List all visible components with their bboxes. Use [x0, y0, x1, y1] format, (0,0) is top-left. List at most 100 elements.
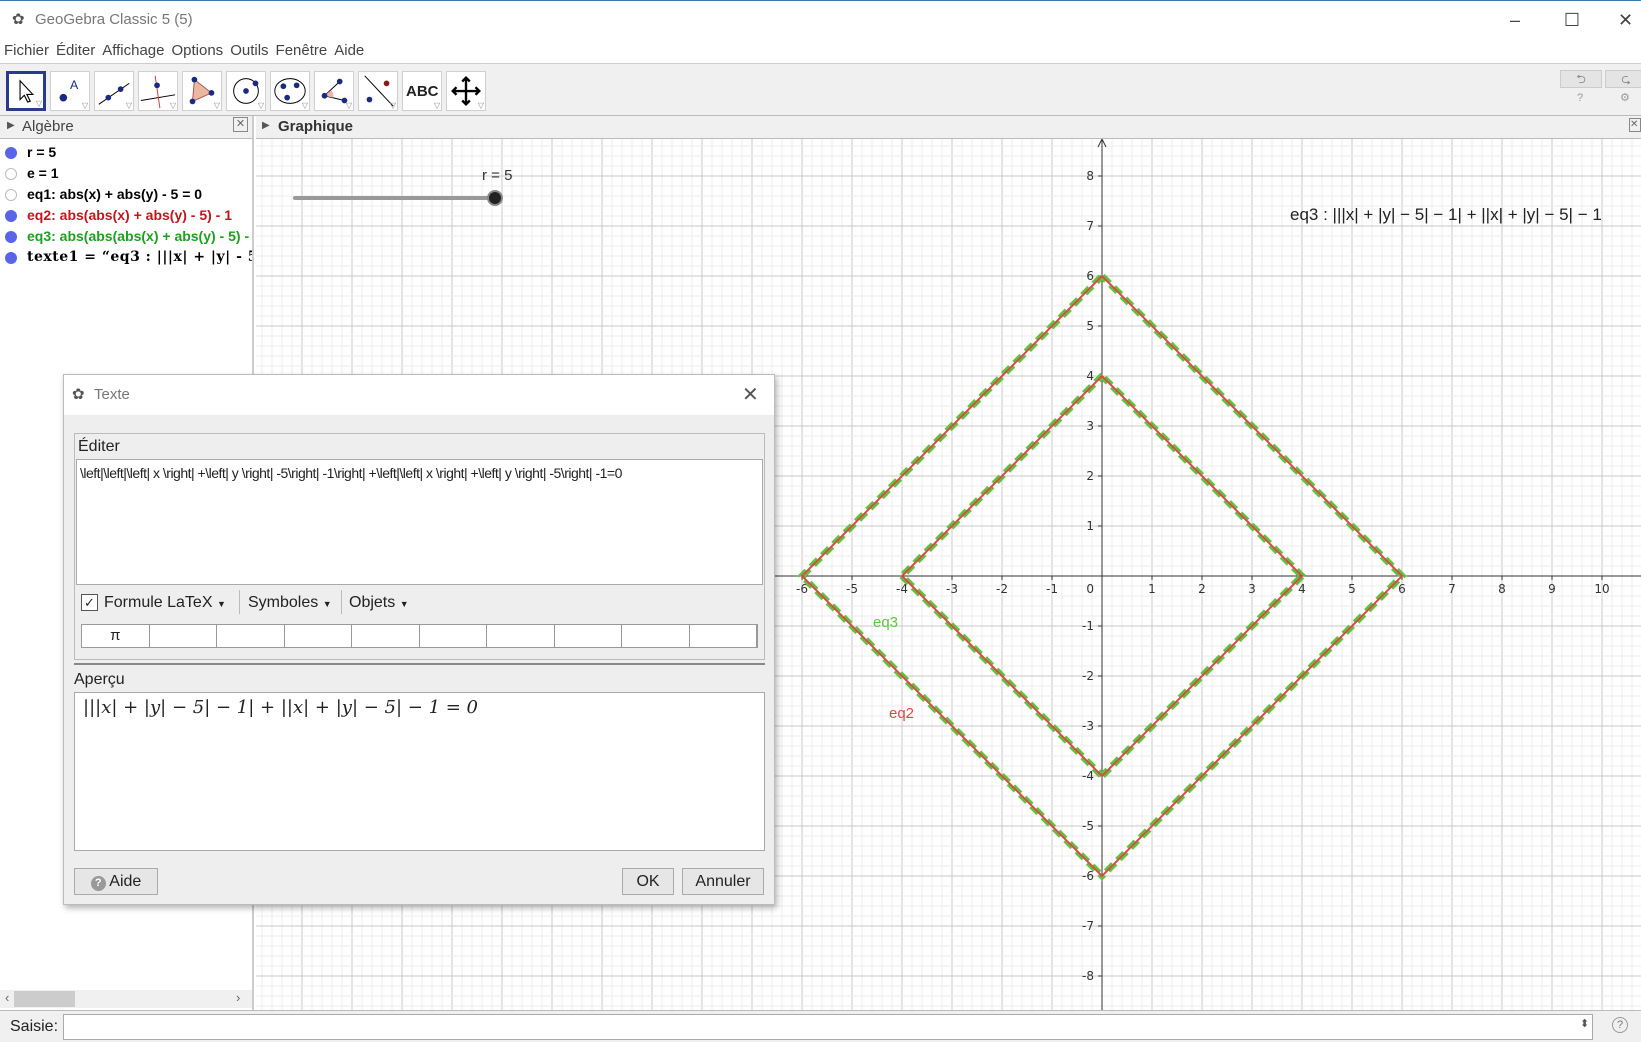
symbols-dropdown[interactable]: Symboles ▼: [248, 594, 332, 612]
x-tick-label: 4: [1298, 582, 1306, 596]
close-panel-icon[interactable]: ✕: [233, 117, 248, 132]
algebra-item-text: e = 1: [27, 165, 59, 181]
spinner-icon[interactable]: ⬍: [1580, 1017, 1589, 1030]
scroll-left-icon[interactable]: ‹: [5, 990, 9, 1005]
algebra-item[interactable]: eq3: abs(abs(abs(x) + abs(y) - 5) - 1): [0, 227, 252, 248]
svg-text:A: A: [70, 78, 79, 92]
algebra-item[interactable]: eq2: abs(abs(x) + abs(y) - 5) - 1: [0, 206, 252, 227]
symbol-cell[interactable]: [622, 625, 690, 647]
line-tool[interactable]: ▽: [94, 71, 134, 111]
menu-fichier[interactable]: Fichier: [0, 38, 52, 59]
collapse-triangle-icon[interactable]: ▶: [262, 120, 270, 131]
dialog-title-bar: ✿ Texte ✕: [64, 375, 774, 415]
cancel-button[interactable]: Annuler: [682, 868, 764, 895]
input-field[interactable]: [63, 1014, 1593, 1040]
x-tick-label: -5: [846, 582, 858, 596]
latex-formula-dropdown[interactable]: Formule LaTeX ▼: [104, 594, 226, 612]
algebra-item[interactable]: texte1 = “eq3 : |||x| + |y| - 5| - 1|: [0, 248, 252, 269]
gear-icon[interactable]: ⚙: [1620, 91, 1630, 104]
y-tick-label: -1: [1082, 619, 1094, 633]
geogebra-logo-icon: ✿: [12, 11, 25, 28]
move-graphics-tool[interactable]: ▽: [446, 71, 486, 111]
eq2-label: eq2: [889, 705, 915, 722]
menu-fenetre[interactable]: Fenêtre: [272, 38, 331, 59]
symbol-cell[interactable]: [487, 625, 555, 647]
close-button[interactable]: ✕: [1610, 7, 1641, 33]
conic-tool[interactable]: ▽: [270, 71, 310, 111]
graphics-title: Graphique: [278, 118, 354, 135]
input-help-icon[interactable]: ?: [1612, 1017, 1628, 1033]
undo-button[interactable]: ⮌: [1560, 70, 1602, 88]
point-tool[interactable]: A ▽: [50, 71, 90, 111]
text-tool[interactable]: ABC ▽: [402, 71, 442, 111]
help-button[interactable]: ? Aide: [74, 868, 158, 895]
divider: [74, 663, 765, 665]
y-tick-label: 7: [1086, 219, 1094, 233]
latex-label: Formule LaTeX: [104, 594, 213, 611]
slider-track[interactable]: [293, 196, 495, 200]
text-dialog: ✿ Texte ✕ Éditer \left|\left|\left| x \r…: [63, 374, 775, 905]
slider-handle[interactable]: [487, 190, 503, 206]
algebra-item[interactable]: e = 1: [0, 164, 252, 185]
polygon-tool[interactable]: ▽: [182, 71, 222, 111]
slider-label: r = 5: [482, 167, 513, 184]
algebra-item[interactable]: eq1: abs(x) + abs(y) - 5 = 0: [0, 185, 252, 206]
objects-dropdown[interactable]: Objets ▼: [349, 594, 409, 612]
symbol-cell[interactable]: [420, 625, 487, 647]
origin-label: 0: [1086, 582, 1094, 596]
angle-tool[interactable]: ▽: [314, 71, 354, 111]
latex-editor[interactable]: \left|\left|\left| x \right| +\left| y \…: [76, 459, 763, 585]
latex-checkbox[interactable]: ✓: [81, 594, 98, 611]
symbol-cell[interactable]: [352, 625, 420, 647]
reflect-tool[interactable]: ▽: [358, 71, 398, 111]
scrollbar-thumb[interactable]: [14, 991, 75, 1007]
maximize-button[interactable]: ☐: [1552, 7, 1592, 33]
y-tick-label: 2: [1086, 469, 1094, 483]
perpendicular-tool[interactable]: ▽: [138, 71, 178, 111]
algebra-item[interactable]: r = 5: [0, 143, 252, 164]
dialog-close-button[interactable]: ✕: [742, 382, 759, 407]
visibility-toggle-icon[interactable]: [5, 189, 17, 201]
ok-button[interactable]: OK: [622, 868, 674, 895]
dropdown-arrow-icon: ▼: [322, 599, 332, 609]
graphics-header: ▶ Graphique ✕: [256, 116, 1641, 139]
visibility-toggle-icon[interactable]: [5, 252, 17, 264]
menu-affichage[interactable]: Affichage: [98, 38, 167, 59]
symbol-cell[interactable]: [285, 625, 352, 647]
menu-aide[interactable]: Aide: [330, 38, 367, 59]
algebra-header: ▶ Algèbre ✕: [0, 116, 254, 139]
horizontal-scrollbar[interactable]: ‹ ›: [0, 990, 252, 1008]
circle-tool[interactable]: ▽: [226, 71, 266, 111]
minimize-button[interactable]: –: [1495, 7, 1535, 33]
preview-box: |||x| + |y| − 5| − 1| + ||x| + |y| − 5| …: [74, 692, 765, 851]
symbol-cell[interactable]: [690, 625, 757, 647]
x-tick-label: 3: [1248, 582, 1256, 596]
visibility-toggle-icon[interactable]: [5, 147, 17, 159]
dropdown-arrow-icon: ▼: [399, 599, 409, 609]
symbol-cell[interactable]: [555, 625, 622, 647]
visibility-toggle-icon[interactable]: [5, 231, 17, 243]
divider: [341, 590, 342, 614]
scroll-right-icon[interactable]: ›: [236, 990, 240, 1005]
algebra-item-text: texte1 = “eq3 : |||x| + |y| - 5| - 1|: [27, 249, 252, 265]
symbol-cell[interactable]: [150, 625, 217, 647]
move-tool[interactable]: ▽: [6, 71, 46, 111]
menu-editer[interactable]: Éditer: [52, 38, 98, 59]
divider: [239, 590, 240, 614]
x-tick-label: 6: [1398, 582, 1406, 596]
y-tick-label: 3: [1086, 419, 1094, 433]
visibility-toggle-icon[interactable]: [5, 168, 17, 180]
close-panel-icon[interactable]: ✕: [1629, 118, 1641, 132]
collapse-triangle-icon[interactable]: ▶: [7, 120, 15, 131]
x-tick-label: 5: [1348, 582, 1356, 596]
redo-button[interactable]: ⮎: [1605, 70, 1641, 88]
x-tick-label: 1: [1148, 582, 1156, 596]
visibility-toggle-icon[interactable]: [5, 210, 17, 222]
algebra-title: Algèbre: [22, 118, 74, 135]
input-bar: Saisie: ⬍ ?: [0, 1010, 1641, 1042]
menu-outils[interactable]: Outils: [226, 38, 271, 59]
symbol-cell[interactable]: π: [82, 625, 150, 647]
symbol-cell[interactable]: [217, 625, 285, 647]
menu-options[interactable]: Options: [167, 38, 226, 59]
help-icon[interactable]: ?: [1577, 92, 1583, 104]
